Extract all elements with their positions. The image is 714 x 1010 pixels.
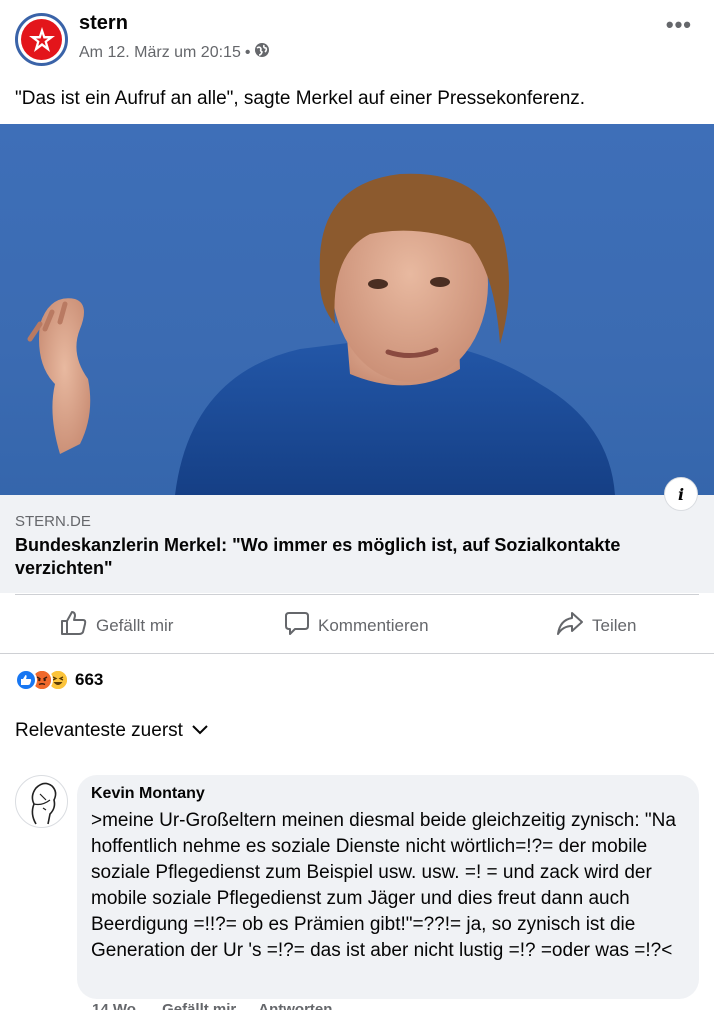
reactions-summary[interactable]: 663: [15, 669, 103, 691]
stern-logo-icon: [21, 19, 62, 60]
chevron-down-icon: [191, 720, 209, 742]
divider: [15, 594, 699, 595]
comment-text: >meine Ur-Großeltern meinen diesmal beid…: [91, 810, 676, 961]
comment-footer: 14 Wo. Gefällt mir Antworten: [92, 1001, 332, 1010]
comment-author[interactable]: Kevin Montany: [91, 785, 685, 803]
comment-bubble: Kevin Montany >meine Ur-Großeltern meine…: [77, 775, 699, 999]
link-preview-card[interactable]: STERN.DE Bundeskanzlerin Merkel: "Wo imm…: [0, 495, 714, 593]
comment-reply-button[interactable]: Antworten: [258, 1001, 332, 1010]
share-icon: [556, 610, 584, 641]
like-button[interactable]: Gefällt mir: [60, 610, 173, 641]
action-bar: Gefällt mir Kommentieren Teilen: [0, 600, 714, 648]
comment-sort-dropdown[interactable]: Relevanteste zuerst: [15, 720, 209, 742]
merkel-photo-illustration: [27, 173, 615, 495]
post-meta: Am 12. März um 20:15 •: [79, 42, 270, 63]
comment-icon: [284, 610, 310, 641]
share-label: Teilen: [592, 615, 637, 635]
globe-icon: [254, 42, 270, 63]
link-domain: STERN.DE: [15, 513, 91, 530]
sort-label: Relevanteste zuerst: [15, 720, 183, 741]
comment-like-button[interactable]: Gefällt mir: [162, 1001, 236, 1010]
like-reaction-icon: [15, 669, 37, 691]
sketch-portrait-icon: [31, 782, 57, 825]
thumbs-up-icon: [60, 610, 88, 641]
commenter-avatar[interactable]: [15, 775, 68, 828]
post-timestamp[interactable]: Am 12. März um 20:15: [79, 44, 241, 62]
comment-label: Kommentieren: [318, 615, 429, 635]
comment-button[interactable]: Kommentieren: [284, 610, 429, 641]
like-label: Gefällt mir: [96, 615, 174, 635]
page-avatar[interactable]: [15, 13, 68, 66]
meta-separator: •: [244, 43, 251, 61]
link-title[interactable]: Bundeskanzlerin Merkel: "Wo immer es mög…: [15, 534, 705, 580]
comment-age[interactable]: 14 Wo.: [92, 1001, 140, 1010]
more-options-button[interactable]: •••: [666, 12, 692, 38]
divider: [0, 653, 714, 654]
post-header: stern Am 12. März um 20:15 • •••: [0, 0, 714, 78]
share-button[interactable]: Teilen: [556, 610, 636, 641]
page-name[interactable]: stern: [79, 12, 128, 35]
post-text: "Das ist ein Aufruf an alle", sagte Merk…: [15, 88, 586, 109]
post-photo[interactable]: [0, 124, 714, 495]
reaction-count: 663: [75, 670, 104, 689]
info-icon[interactable]: i: [664, 477, 698, 511]
